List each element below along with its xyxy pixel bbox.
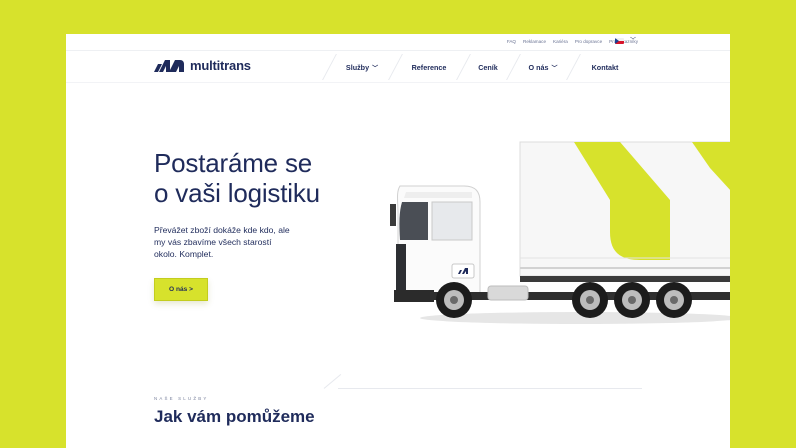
chevron-down-icon: ﹀ [630,38,637,44]
nav-label: Reference [411,62,447,72]
hero-title: Postaráme se o vaši logistiku [154,148,374,208]
truck-image [390,141,730,324]
nav-divider [66,82,730,83]
truck-wheel [614,282,650,318]
hero-desc-line3: okolo. Komplet. [154,249,214,259]
hero-desc-line2: my vás zbavíme všech starostí [154,237,272,247]
nav-label: Kontakt [591,62,619,72]
main-nav: Služby ﹀ Reference Ceník O nás ﹀ Kontakt [322,52,637,82]
nav-item-o-nas[interactable]: O nás ﹀ [506,52,573,82]
section-divider [338,388,642,389]
nav-item-kontakt[interactable]: Kontakt [566,52,637,82]
logo-text: multitrans [190,58,251,73]
hero-description: Převážet zboží dokáže kde kdo, ale my vá… [154,224,322,260]
utility-divider [66,50,730,51]
truck-wheel [572,282,608,318]
services-title: Jak vám pomůžeme [154,407,315,426]
truck-wheel [436,282,472,318]
services-eyebrow: NAŠE SLUŽBY [154,396,209,401]
hero-title-line1: Postaráme se [154,148,313,178]
nav-label: O nás [528,62,549,72]
nav-item-cenik[interactable]: Ceník [456,52,513,82]
utility-link-pro-dopravce[interactable]: Pro dopravce [575,39,602,44]
logo[interactable]: multitrans [154,58,251,73]
about-us-button[interactable]: O nás > [154,278,208,301]
chevron-down-icon: ﹀ [372,65,379,72]
nav-label: Ceník [478,62,498,72]
truck-wheel [656,282,692,318]
nav-label: Služby [345,62,370,72]
cz-flag-icon [615,38,624,44]
chevron-down-icon: ﹀ [551,65,558,72]
hero-title-line2: o vaši logistiku [154,178,320,208]
utility-link-kariera[interactable]: Kariéra [553,39,568,44]
nav-item-reference[interactable]: Reference [388,52,463,82]
utility-link-reklamace[interactable]: Reklamace [523,39,546,44]
multitrans-logo-icon [154,59,184,72]
utility-link-faq[interactable]: FAQ [507,39,516,44]
nav-item-sluzby[interactable]: Služby ﹀ [322,52,395,82]
page: FAQ Reklamace Kariéra Pro dopravce Pro z… [66,34,730,448]
section-divider-slant [323,373,342,389]
hero-desc-line1: Převážet zboží dokáže kde kdo, ale [154,225,290,235]
language-selector[interactable]: ﹀ [615,38,636,44]
